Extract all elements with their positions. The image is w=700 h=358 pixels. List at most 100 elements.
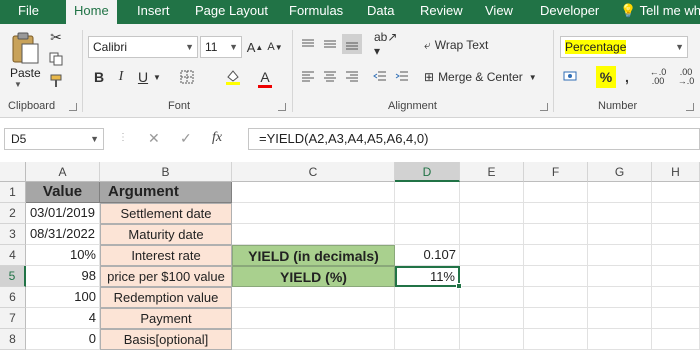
number-launcher-icon[interactable] bbox=[686, 103, 694, 111]
empty-cell[interactable] bbox=[652, 266, 700, 287]
font-size-select[interactable]: 11 ▼ bbox=[200, 36, 242, 58]
increase-decimal-icon[interactable]: ←.0.00 bbox=[646, 66, 670, 88]
cell-b8[interactable]: Basis[optional] bbox=[100, 329, 232, 350]
tab-view[interactable]: View bbox=[485, 0, 513, 24]
empty-cell[interactable] bbox=[232, 329, 395, 350]
cell-a3[interactable]: 08/31/2022 bbox=[26, 224, 100, 245]
empty-cell[interactable] bbox=[588, 203, 652, 224]
row-header-1[interactable]: 1 bbox=[0, 182, 26, 203]
cell-b4[interactable]: Interest rate bbox=[100, 245, 232, 266]
align-bottom-icon[interactable] bbox=[342, 34, 362, 54]
cell-a5[interactable]: 98 bbox=[26, 266, 100, 287]
cell-a2[interactable]: 03/01/2019 bbox=[26, 203, 100, 224]
row-header-3[interactable]: 3 bbox=[0, 224, 26, 245]
borders-icon[interactable] bbox=[176, 66, 198, 88]
empty-cell[interactable] bbox=[232, 308, 395, 329]
paste-dropdown-icon[interactable]: ▼ bbox=[14, 80, 22, 89]
align-right-icon[interactable] bbox=[342, 66, 362, 86]
row-header-6[interactable]: 6 bbox=[0, 287, 26, 308]
empty-cell[interactable] bbox=[652, 245, 700, 266]
underline-icon[interactable]: U bbox=[134, 66, 152, 88]
copy-icon[interactable] bbox=[46, 50, 66, 68]
empty-cell[interactable] bbox=[232, 224, 395, 245]
insert-function-icon[interactable]: fx bbox=[212, 130, 222, 146]
empty-cell[interactable] bbox=[232, 287, 395, 308]
name-box[interactable]: D5 ▼ bbox=[4, 128, 104, 150]
tab-data[interactable]: Data bbox=[367, 0, 394, 24]
empty-cell[interactable] bbox=[395, 203, 460, 224]
cell-a6[interactable]: 100 bbox=[26, 287, 100, 308]
align-top-icon[interactable] bbox=[298, 34, 318, 54]
empty-cell[interactable] bbox=[460, 308, 524, 329]
clipboard-launcher-icon[interactable] bbox=[69, 103, 77, 111]
fill-color-icon[interactable] bbox=[222, 66, 244, 88]
increase-font-icon[interactable]: A ▲ bbox=[246, 36, 264, 58]
row-header-5[interactable]: 5 bbox=[0, 266, 26, 287]
column-header-c[interactable]: C bbox=[232, 162, 395, 182]
font-color-icon[interactable]: A bbox=[254, 66, 276, 88]
row-header-8[interactable]: 8 bbox=[0, 329, 26, 350]
empty-cell[interactable] bbox=[524, 266, 588, 287]
orientation-icon[interactable]: ab↗ ▾ bbox=[374, 30, 402, 58]
empty-cell[interactable] bbox=[460, 266, 524, 287]
column-header-h[interactable]: H bbox=[652, 162, 700, 182]
empty-cell[interactable] bbox=[460, 329, 524, 350]
empty-cell[interactable] bbox=[460, 224, 524, 245]
cell-c5[interactable]: YIELD (%) bbox=[232, 266, 395, 287]
number-format-select[interactable]: Percentage ▼ bbox=[560, 36, 688, 58]
enter-icon[interactable]: ✓ bbox=[180, 130, 192, 147]
underline-dropdown-icon[interactable]: ▼ bbox=[152, 66, 162, 88]
cell-b6[interactable]: Redemption value bbox=[100, 287, 232, 308]
percent-style-icon[interactable]: % bbox=[596, 66, 616, 88]
cell-b5[interactable]: price per $100 value bbox=[100, 266, 232, 287]
empty-cell[interactable] bbox=[524, 182, 588, 203]
formula-input[interactable]: =YIELD(A2,A3,A4,A5,A6,4,0) bbox=[248, 128, 700, 150]
empty-cell[interactable] bbox=[524, 329, 588, 350]
cell-a7[interactable]: 4 bbox=[26, 308, 100, 329]
align-left-icon[interactable] bbox=[298, 66, 318, 86]
empty-cell[interactable] bbox=[652, 224, 700, 245]
bold-icon[interactable]: B bbox=[90, 66, 108, 88]
row-header-4[interactable]: 4 bbox=[0, 245, 26, 266]
decrease-font-icon[interactable]: A ▼ bbox=[266, 36, 284, 58]
column-header-f[interactable]: F bbox=[524, 162, 588, 182]
empty-cell[interactable] bbox=[588, 266, 652, 287]
merge-center-button[interactable]: ⊞ Merge & Center ▼ bbox=[424, 66, 550, 88]
empty-cell[interactable] bbox=[395, 224, 460, 245]
empty-cell[interactable] bbox=[460, 182, 524, 203]
empty-cell[interactable] bbox=[588, 287, 652, 308]
cell-b2[interactable]: Settlement date bbox=[100, 203, 232, 224]
paste-button[interactable] bbox=[8, 28, 42, 68]
align-center-icon[interactable] bbox=[320, 66, 340, 86]
empty-cell[interactable] bbox=[652, 287, 700, 308]
format-painter-icon[interactable] bbox=[46, 72, 66, 90]
column-header-b[interactable]: B bbox=[100, 162, 232, 182]
empty-cell[interactable] bbox=[588, 224, 652, 245]
cell-a8[interactable]: 0 bbox=[26, 329, 100, 350]
empty-cell[interactable] bbox=[460, 245, 524, 266]
cancel-icon[interactable]: ✕ bbox=[148, 130, 160, 147]
empty-cell[interactable] bbox=[395, 308, 460, 329]
empty-cell[interactable] bbox=[524, 245, 588, 266]
align-middle-icon[interactable] bbox=[320, 34, 340, 54]
comma-style-icon[interactable]: , bbox=[620, 66, 634, 88]
empty-cell[interactable] bbox=[395, 287, 460, 308]
wrap-text-button[interactable]: ⤶ Wrap Text bbox=[424, 34, 524, 56]
cell-b1[interactable]: Argument bbox=[100, 182, 232, 203]
font-launcher-icon[interactable] bbox=[278, 103, 286, 111]
fill-handle[interactable] bbox=[456, 283, 462, 289]
column-header-d[interactable]: D bbox=[395, 162, 460, 182]
empty-cell[interactable] bbox=[524, 224, 588, 245]
tab-developer[interactable]: Developer bbox=[540, 0, 599, 24]
tab-file[interactable]: File bbox=[18, 0, 39, 24]
empty-cell[interactable] bbox=[460, 287, 524, 308]
cell-d5[interactable]: 11% bbox=[395, 266, 460, 287]
cell-d4[interactable]: 0.107 bbox=[395, 245, 460, 266]
column-header-a[interactable]: A bbox=[26, 162, 100, 182]
empty-cell[interactable] bbox=[588, 245, 652, 266]
cell-c4[interactable]: YIELD (in decimals) bbox=[232, 245, 395, 266]
empty-cell[interactable] bbox=[652, 308, 700, 329]
row-header-2[interactable]: 2 bbox=[0, 203, 26, 224]
empty-cell[interactable] bbox=[588, 308, 652, 329]
empty-cell[interactable] bbox=[232, 182, 395, 203]
